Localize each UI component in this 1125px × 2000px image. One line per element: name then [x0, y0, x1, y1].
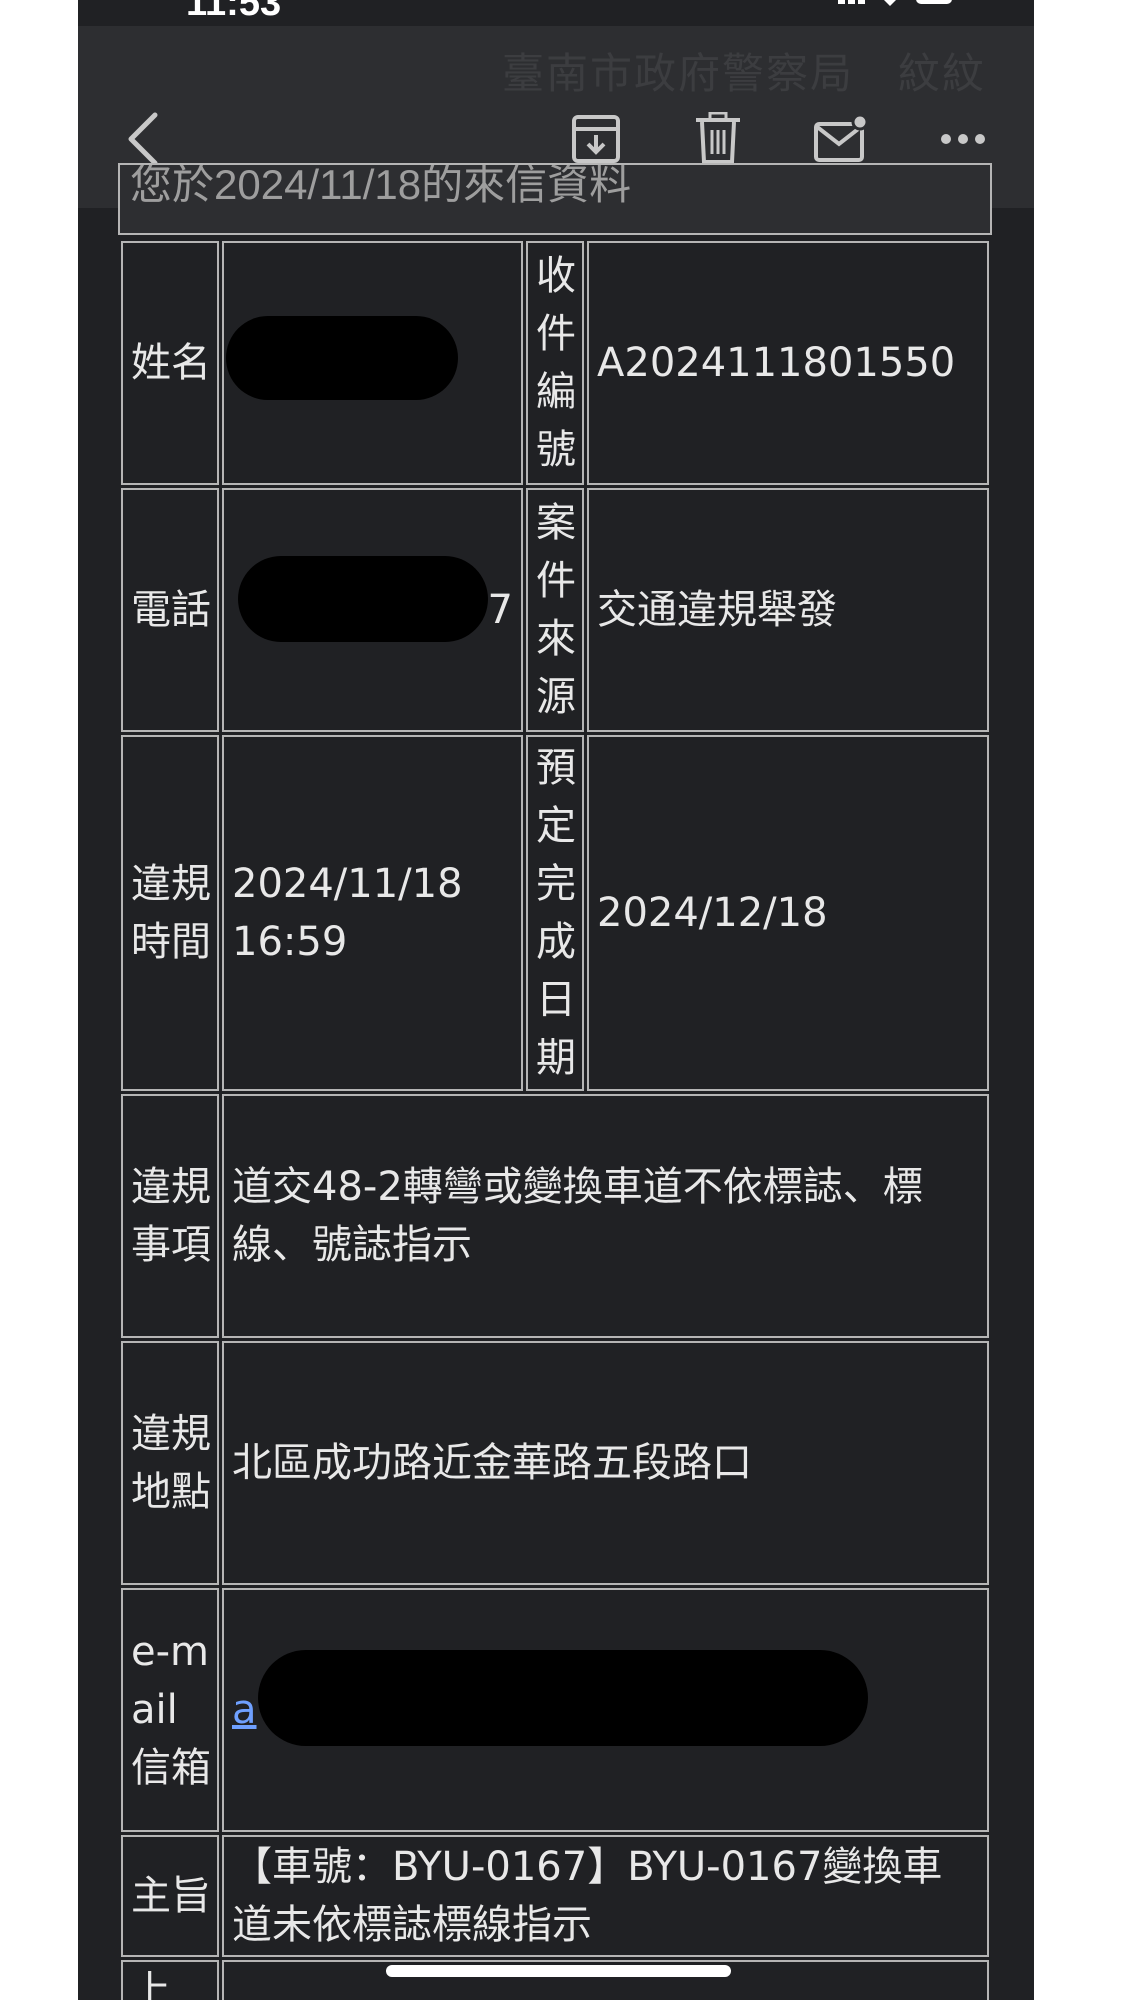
table-row: 違規事項 道交48-2轉彎或變換車道不依標誌、標線、號誌指示: [121, 1094, 989, 1338]
email-link[interactable]: a: [232, 1687, 257, 1733]
location-value: 北區成功路近金華路五段路口: [222, 1341, 989, 1585]
more-icon: [941, 134, 985, 144]
violation-item-label: 違規事項: [121, 1094, 219, 1338]
status-time: 11:53: [186, 0, 282, 24]
violation-time-value: 2024/11/18 16:59: [222, 735, 523, 1091]
due-date-value: 2024/12/18: [587, 735, 989, 1091]
chevron-left-icon: [128, 112, 158, 166]
phone-label: 電話: [121, 488, 219, 732]
status-bar: 11:53: [78, 0, 1034, 26]
receipt-no-value: A2024111801550: [587, 241, 989, 485]
location-label-text: 違規地點: [131, 1411, 211, 1515]
source-label: 案件來源: [526, 488, 584, 732]
email-label: e-mail信箱: [121, 1588, 219, 1832]
phone-screen: 11:53 臺南市政府警察局 紋紋 您於2024/11/18的來信資料 姓名 收…: [78, 0, 1034, 2000]
home-indicator[interactable]: [386, 1965, 731, 1977]
receipt-no-label: 收件編號: [526, 241, 584, 485]
mark-unread-icon: [814, 114, 869, 162]
subject-label-text: 主旨: [131, 1873, 211, 1919]
location-label: 違規地點: [121, 1341, 219, 1585]
trash-icon: [696, 112, 740, 164]
table-row: 違規時間 2024/11/18 16:59 預定完成日期 2024/12/18: [121, 735, 989, 1091]
archive-icon: [572, 115, 620, 163]
status-icons: [758, 0, 958, 20]
violation-item-label-text: 違規事項: [131, 1164, 211, 1268]
intro-row: 您於2024/11/18的來信資料: [118, 163, 992, 235]
source-label-text: 案件來源: [536, 500, 576, 720]
next-label-text: 上: [131, 1968, 171, 2000]
due-date-label-text: 預定完成日期: [536, 745, 576, 1081]
next-label: 上: [121, 1960, 219, 2000]
violation-time-label: 違規時間: [121, 735, 219, 1091]
subject-value: 【車號：BYU-0167】BYU-0167變換車道未依標誌標線指示: [222, 1835, 989, 1957]
violation-time-label-text: 違規時間: [131, 861, 211, 965]
subject-label: 主旨: [121, 1835, 219, 1957]
sender-title: 臺南市政府警察局 紋紋: [501, 50, 986, 97]
signal-wifi-battery-icon: [838, 0, 952, 6]
redaction-mark: [258, 1650, 868, 1746]
table-row: 違規地點 北區成功路近金華路五段路口: [121, 1341, 989, 1585]
redaction-mark: [226, 316, 458, 400]
name-label: 姓名: [121, 241, 219, 485]
table-row: 主旨 【車號：BYU-0167】BYU-0167變換車道未依標誌標線指示: [121, 1835, 989, 1957]
source-value: 交通違規舉發: [587, 488, 989, 732]
phone-label-text: 電話: [131, 587, 211, 633]
due-date-label: 預定完成日期: [526, 735, 584, 1091]
redaction-mark: [238, 556, 488, 642]
name-label-text: 姓名: [131, 340, 211, 386]
receipt-no-label-text: 收件編號: [536, 253, 576, 473]
intro-text: 您於2024/11/18的來信資料: [130, 163, 632, 208]
violation-item-value: 道交48-2轉彎或變換車道不依標誌、標線、號誌指示: [222, 1094, 989, 1338]
email-label-text: e-mail信箱: [131, 1629, 211, 1791]
